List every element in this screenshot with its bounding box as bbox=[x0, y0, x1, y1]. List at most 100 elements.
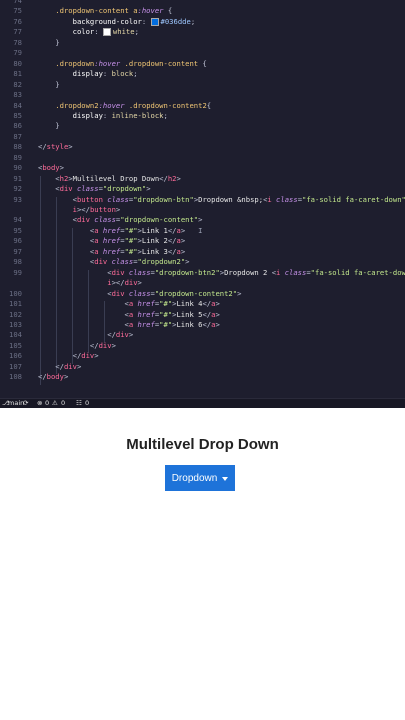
code-line[interactable]: 77 color: white; bbox=[0, 27, 405, 37]
code-token: div bbox=[94, 257, 108, 267]
sync-icon[interactable]: ⟳ bbox=[23, 399, 28, 408]
code-line[interactable]: 78 } bbox=[0, 38, 405, 48]
code-token: div bbox=[115, 330, 129, 340]
dropdown-button[interactable]: Dropdown bbox=[165, 465, 235, 491]
branch-name[interactable]: main bbox=[8, 399, 24, 408]
line-number: 97 bbox=[13, 246, 22, 256]
code-token: class bbox=[102, 194, 129, 204]
ports-icon[interactable]: ☷ bbox=[76, 399, 82, 408]
code-line[interactable]: 106 </div> bbox=[0, 351, 405, 361]
error-icon[interactable]: ⊗ bbox=[37, 399, 42, 408]
code-token: div bbox=[111, 267, 125, 277]
code-line[interactable]: 79 bbox=[0, 48, 405, 58]
code-line[interactable]: 93 <button class="dropdown-btn">Dropdown… bbox=[0, 195, 405, 205]
code-token: < bbox=[38, 173, 60, 183]
code-token: "fa-solid fa-caret-down" bbox=[302, 194, 405, 204]
line-number: 89 bbox=[13, 152, 22, 162]
code-token: href bbox=[98, 225, 121, 235]
code-line[interactable]: 75 .dropdown-content a:hover { bbox=[0, 6, 405, 16]
code-token: :hover bbox=[137, 6, 164, 16]
code-line[interactable]: 81 display: block; bbox=[0, 69, 405, 79]
line-number: 100 bbox=[9, 288, 22, 298]
code-line[interactable]: 99 <div class="dropdown-btn2">Dropdown 2… bbox=[0, 268, 405, 278]
code-text: </div> bbox=[38, 341, 116, 351]
code-line[interactable]: 86 } bbox=[0, 121, 405, 131]
code-token: { bbox=[198, 58, 207, 68]
code-token: < bbox=[38, 194, 77, 204]
code-token: < bbox=[38, 319, 129, 329]
code-line[interactable]: 80 .dropdown:hover .dropdown-content { bbox=[0, 59, 405, 69]
code-line[interactable]: 85 display: inline-block; bbox=[0, 111, 405, 121]
warning-icon[interactable]: ⚠ bbox=[52, 399, 58, 408]
code-line[interactable]: 108 </body> bbox=[0, 372, 405, 382]
code-line[interactable]: i></button> bbox=[0, 205, 405, 215]
code-line[interactable]: 83 bbox=[0, 90, 405, 100]
code-text: <button class="dropdown-btn">Dropdown &n… bbox=[38, 195, 405, 205]
code-token: </ bbox=[38, 142, 47, 152]
code-token: > bbox=[180, 246, 186, 256]
color-swatch[interactable] bbox=[150, 17, 159, 26]
code-line[interactable]: 103 <a href="#">Link 6</a> bbox=[0, 320, 405, 330]
code-line[interactable]: 90 <body> bbox=[0, 163, 405, 173]
code-token: < bbox=[38, 288, 112, 298]
code-token: : bbox=[94, 27, 103, 37]
code-text: .dropdown2:hover .dropdown-content2{ bbox=[38, 101, 211, 111]
code-line[interactable]: 88 </style> bbox=[0, 142, 405, 152]
browser-preview: Multilevel Drop Down Dropdown bbox=[0, 408, 405, 720]
code-line[interactable]: 74 bbox=[0, 0, 405, 6]
code-token: > bbox=[180, 236, 186, 246]
code-token: < bbox=[38, 257, 95, 267]
code-line[interactable]: 82 } bbox=[0, 80, 405, 90]
code-token: > bbox=[198, 215, 203, 225]
code-token: Multilevel Drop Down bbox=[72, 173, 160, 183]
code-text: <body> bbox=[38, 163, 64, 173]
code-line[interactable]: 97 <a href="#">Link 3</a> bbox=[0, 247, 405, 257]
line-number: 99 bbox=[13, 267, 22, 277]
code-text: <a href="#">Link 3</a> bbox=[38, 247, 185, 257]
code-line[interactable]: 91 <h2>Multilevel Drop Down</h2> bbox=[0, 174, 405, 184]
code-line[interactable]: 102 <a href="#">Link 5</a> bbox=[0, 310, 405, 320]
line-number: 94 bbox=[13, 215, 22, 225]
code-line[interactable]: 107 </div> bbox=[0, 362, 405, 372]
line-number: 106 bbox=[9, 351, 22, 361]
line-number: 93 bbox=[13, 194, 22, 204]
code-line[interactable]: 84 .dropdown2:hover .dropdown-content2{ bbox=[0, 101, 405, 111]
code-token: Link 4 bbox=[176, 299, 203, 309]
code-line[interactable]: 87 bbox=[0, 132, 405, 142]
code-token: body bbox=[46, 372, 64, 382]
error-count[interactable]: 0 bbox=[45, 399, 49, 408]
code-text: </div> bbox=[38, 351, 99, 361]
code-line[interactable]: 89 bbox=[0, 153, 405, 163]
ports-count[interactable]: 0 bbox=[85, 399, 89, 408]
code-line[interactable]: i></div> bbox=[0, 278, 405, 288]
code-line[interactable]: 100 <div class="dropdown-content2"> bbox=[0, 289, 405, 299]
code-text: .dropdown:hover .dropdown-content { bbox=[38, 58, 207, 69]
code-line[interactable]: 94 <div class="dropdown-content"> bbox=[0, 215, 405, 225]
code-line[interactable]: 96 <a href="#">Link 2</a> bbox=[0, 236, 405, 246]
code-token: < bbox=[38, 267, 112, 277]
code-line[interactable]: 104 </div> bbox=[0, 330, 405, 340]
code-editor[interactable]: 74 75 .dropdown-content a:hover {76 backg… bbox=[0, 0, 405, 398]
code-token: class bbox=[89, 215, 116, 225]
line-number: 83 bbox=[13, 90, 22, 100]
code-token: h2 bbox=[59, 173, 69, 183]
warning-count[interactable]: 0 bbox=[61, 399, 65, 408]
code-token: .dropdown bbox=[38, 58, 95, 68]
code-line[interactable]: 101 <a href="#">Link 4</a> bbox=[0, 299, 405, 309]
code-text: background-color: #036dde; bbox=[38, 17, 195, 27]
code-token: div bbox=[111, 288, 125, 298]
page-title: Multilevel Drop Down bbox=[126, 436, 279, 453]
code-token: ; bbox=[133, 69, 138, 79]
code-token: display bbox=[38, 69, 103, 79]
code-line[interactable]: 76 background-color: #036dde; bbox=[0, 17, 405, 27]
line-number: 78 bbox=[13, 37, 22, 47]
code-text: <div class="dropdown-btn2">Dropdown 2 <i… bbox=[38, 268, 405, 278]
code-line[interactable]: 95 <a href="#">Link 1</a> I bbox=[0, 226, 405, 236]
code-token: class bbox=[280, 267, 307, 277]
code-token: > bbox=[94, 351, 99, 361]
code-line[interactable]: 92 <div class="dropdown"> bbox=[0, 184, 405, 194]
code-line[interactable]: 105 </div> bbox=[0, 341, 405, 351]
color-swatch[interactable] bbox=[102, 28, 111, 37]
code-token: href bbox=[133, 299, 155, 309]
code-line[interactable]: 98 <div class="dropdown2"> bbox=[0, 257, 405, 267]
